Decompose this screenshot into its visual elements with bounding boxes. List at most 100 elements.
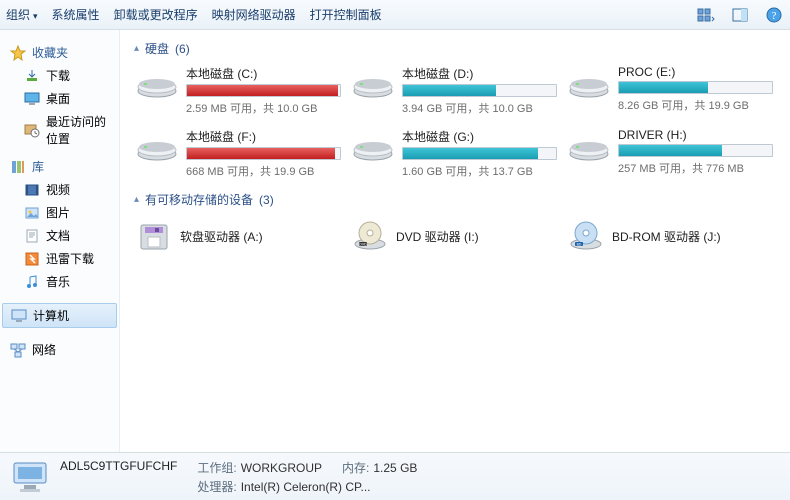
sidebar-label: 最近访问的位置	[46, 113, 111, 147]
sidebar-label: 图片	[46, 204, 70, 221]
sidebar-item-documents[interactable]: 文档	[0, 224, 119, 247]
sidebar-libraries-header[interactable]: 库	[0, 150, 119, 178]
capacity-bar	[186, 84, 341, 97]
group-count: (6)	[175, 42, 190, 56]
drive-item[interactable]: 本地磁盘 (F:)668 MB 可用，共 19.9 GB	[134, 126, 334, 185]
star-icon	[10, 45, 26, 61]
status-processor-label: 处理器:	[197, 480, 236, 494]
document-icon	[24, 228, 40, 244]
status-workgroup-label: 工作组:	[197, 461, 236, 475]
group-label: 硬盘	[145, 40, 169, 57]
sidebar-item-desktop[interactable]: 桌面	[0, 87, 119, 110]
group-count: (3)	[259, 193, 274, 207]
sidebar-item-music[interactable]: 音乐	[0, 270, 119, 293]
help-button[interactable]: ?	[764, 5, 784, 25]
removable-item[interactable]: BD BD-ROM 驱动器 (J:)	[566, 214, 766, 258]
drive-item[interactable]: 本地磁盘 (C:)2.59 MB 可用，共 10.0 GB	[134, 63, 334, 122]
desktop-icon	[24, 91, 40, 107]
picture-icon	[24, 205, 40, 221]
music-icon	[24, 274, 40, 290]
sidebar-item-downloads[interactable]: 下载	[0, 64, 119, 87]
drive-free-text: 2.59 MB 可用，共 10.0 GB	[186, 99, 341, 116]
computer-large-icon	[10, 457, 50, 497]
dvd-drive-icon: DVD	[352, 218, 388, 254]
hard-drive-icon	[568, 65, 610, 101]
removable-name: DVD 驱动器 (I:)	[396, 228, 479, 245]
hard-drive-icon	[352, 65, 394, 101]
status-computer-name: ADL5C9TTGFUFCHF	[60, 459, 177, 476]
main-area: 收藏夹 下载 桌面 最近访问的位置 库 视频 图片 文档	[0, 30, 790, 452]
drive-item[interactable]: 本地磁盘 (D:)3.94 GB 可用，共 10.0 GB	[350, 63, 550, 122]
video-icon	[24, 182, 40, 198]
sidebar-label: 音乐	[46, 273, 70, 290]
group-header-removable[interactable]: ▴ 有可移动存储的设备 (3)	[134, 191, 776, 208]
drive-item[interactable]: 本地磁盘 (G:)1.60 GB 可用，共 13.7 GB	[350, 126, 550, 185]
organize-menu[interactable]: 组织	[6, 6, 38, 23]
network-icon	[10, 342, 26, 358]
sidebar-favorites-header[interactable]: 收藏夹	[0, 36, 119, 64]
group-label: 有可移动存储的设备	[145, 191, 253, 208]
removable-item[interactable]: 软盘驱动器 (A:)	[134, 214, 334, 258]
drive-free-text: 1.60 GB 可用，共 13.7 GB	[402, 162, 557, 179]
hard-drive-icon	[352, 128, 394, 164]
collapse-icon: ▴	[134, 43, 139, 54]
sidebar-item-pictures[interactable]: 图片	[0, 201, 119, 224]
view-options-button[interactable]	[696, 5, 716, 25]
group-header-hdd[interactable]: ▴ 硬盘 (6)	[134, 40, 776, 57]
drive-free-text: 668 MB 可用，共 19.9 GB	[186, 162, 341, 179]
removable-item[interactable]: DVD DVD 驱动器 (I:)	[350, 214, 550, 258]
libraries-icon	[10, 159, 26, 175]
sidebar-item-network[interactable]: 网络	[0, 338, 119, 361]
navigation-pane: 收藏夹 下载 桌面 最近访问的位置 库 视频 图片 文档	[0, 30, 120, 452]
xunlei-icon	[24, 251, 40, 267]
sidebar-label: 迅雷下载	[46, 250, 94, 267]
hard-drive-icon	[136, 65, 178, 101]
drive-name: 本地磁盘 (G:)	[402, 128, 557, 145]
sidebar-item-videos[interactable]: 视频	[0, 178, 119, 201]
recent-icon	[24, 122, 40, 138]
drive-item[interactable]: PROC (E:)8.26 GB 可用，共 19.9 GB	[566, 63, 766, 122]
sidebar-label: 库	[32, 158, 44, 175]
drive-item[interactable]: DRIVER (H:)257 MB 可用，共 776 MB	[566, 126, 766, 185]
sidebar-label: 文档	[46, 227, 70, 244]
capacity-bar	[618, 144, 773, 157]
computer-icon	[11, 308, 27, 324]
drive-free-text: 257 MB 可用，共 776 MB	[618, 159, 773, 176]
download-icon	[24, 68, 40, 84]
svg-text:BD: BD	[577, 243, 582, 247]
uninstall-program-button[interactable]: 卸载或更改程序	[114, 6, 198, 23]
drive-name: PROC (E:)	[618, 65, 773, 79]
bd-drive-icon: BD	[568, 218, 604, 254]
removable-name: BD-ROM 驱动器 (J:)	[612, 228, 721, 245]
floppy-drive-icon	[136, 218, 172, 254]
preview-pane-button[interactable]	[730, 5, 750, 25]
drive-free-text: 8.26 GB 可用，共 19.9 GB	[618, 96, 773, 113]
content-pane: ▴ 硬盘 (6) 本地磁盘 (C:)2.59 MB 可用，共 10.0 GB本地…	[120, 30, 790, 452]
sidebar-label: 收藏夹	[32, 44, 68, 61]
details-pane: ADL5C9TTGFUFCHF 工作组: WORKGROUP 内存: 1.25 GB…	[0, 452, 790, 500]
collapse-icon: ▴	[134, 194, 139, 205]
hard-drive-icon	[136, 128, 178, 164]
hard-drive-icon	[568, 128, 610, 164]
svg-text:DVD: DVD	[359, 243, 367, 247]
capacity-bar	[402, 84, 557, 97]
status-memory-label: 内存:	[342, 461, 369, 475]
open-control-panel-button[interactable]: 打开控制面板	[310, 6, 382, 23]
status-memory: 1.25 GB	[373, 461, 417, 475]
drive-name: 本地磁盘 (F:)	[186, 128, 341, 145]
drive-free-text: 3.94 GB 可用，共 10.0 GB	[402, 99, 557, 116]
system-properties-button[interactable]: 系统属性	[52, 6, 100, 23]
status-workgroup: WORKGROUP	[241, 461, 322, 475]
sidebar-item-recent[interactable]: 最近访问的位置	[0, 110, 119, 150]
map-network-drive-button[interactable]: 映射网络驱动器	[212, 6, 296, 23]
sidebar-item-computer[interactable]: 计算机	[2, 303, 117, 328]
sidebar-label: 视频	[46, 181, 70, 198]
status-processor: Intel(R) Celeron(R) CP...	[241, 480, 371, 494]
sidebar-label: 网络	[32, 341, 56, 358]
sidebar-item-xunlei[interactable]: 迅雷下载	[0, 247, 119, 270]
capacity-bar	[186, 147, 341, 160]
removable-name: 软盘驱动器 (A:)	[180, 228, 263, 245]
drive-name: 本地磁盘 (D:)	[402, 65, 557, 82]
sidebar-label: 桌面	[46, 90, 70, 107]
sidebar-label: 下载	[46, 67, 70, 84]
